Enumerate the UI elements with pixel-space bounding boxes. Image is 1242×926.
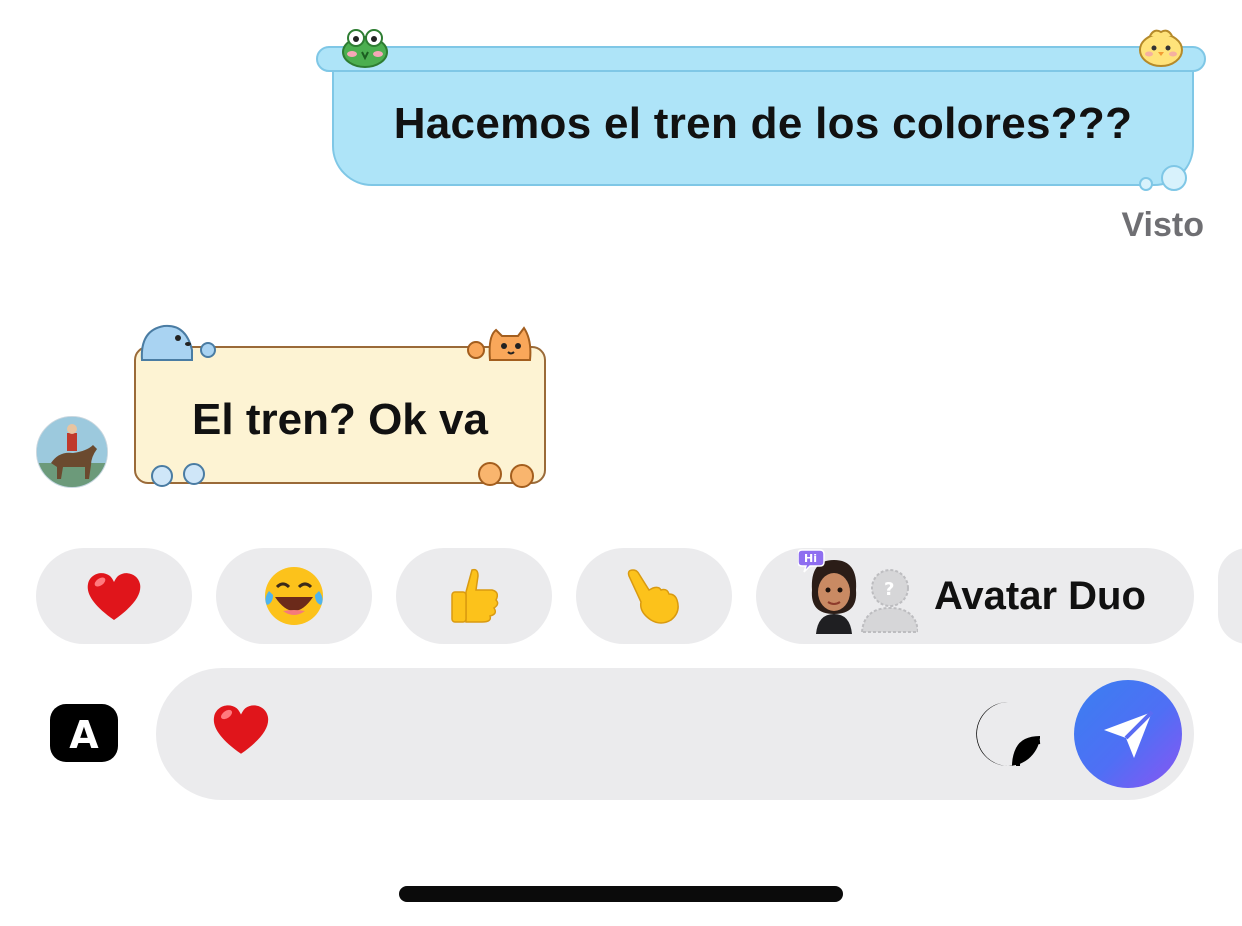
svg-text:?: ? <box>884 579 894 600</box>
outgoing-bubble-rim <box>316 46 1206 72</box>
laughing-crying-face-icon <box>265 567 323 625</box>
blue-paws-icon <box>148 460 210 488</box>
send-button[interactable] <box>1074 680 1182 788</box>
bubbles-decoration-icon <box>1136 164 1192 194</box>
send-arrow-icon <box>1104 710 1154 758</box>
avatar-duo-badge: Hi <box>804 552 817 565</box>
svg-text:A: A <box>69 713 99 757</box>
reaction-thumbs-up-button[interactable] <box>396 548 552 644</box>
avatar-duo-button[interactable]: ? Hi Avatar Duo <box>756 548 1194 644</box>
cat-sticker-icon <box>466 322 542 362</box>
thumbs-up-icon <box>451 568 499 623</box>
avatar-duo-icon: ? Hi <box>798 548 918 644</box>
home-indicator[interactable] <box>399 886 843 902</box>
sticker-icon[interactable] <box>974 700 1042 768</box>
reaction-pointing-button[interactable] <box>576 548 732 644</box>
chick-sticker-icon <box>1136 24 1186 68</box>
seen-status: Visto <box>1121 206 1204 244</box>
orange-paws-icon <box>474 460 540 488</box>
contact-avatar[interactable] <box>36 416 108 488</box>
dog-sticker-icon <box>138 320 218 362</box>
outgoing-message-text: Hacemos el tren de los colores??? <box>393 99 1133 148</box>
reaction-heart-button[interactable] <box>36 548 192 644</box>
composer-heart-icon <box>210 700 272 758</box>
heart-icon <box>87 573 141 620</box>
reaction-more-chip[interactable] <box>1218 548 1242 644</box>
avatar-duo-label: Avatar Duo <box>934 573 1146 618</box>
pointing-hand-icon <box>627 569 679 624</box>
a-app-icon[interactable]: A <box>50 704 118 762</box>
reaction-laughing-button[interactable] <box>216 548 372 644</box>
frog-sticker-icon <box>340 22 390 68</box>
incoming-message-text: El tren? Ok va <box>192 395 488 444</box>
